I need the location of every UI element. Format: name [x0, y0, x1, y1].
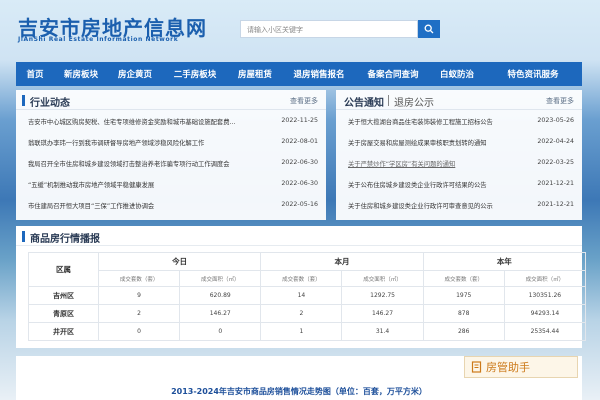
search-input[interactable]: 请输入小区关键字	[240, 20, 418, 38]
table-row: 吉州区 9 620.89 14 1292.75 1975 130351.26	[28, 286, 587, 305]
main-nav: 首页 新房板块 房企黄页 二手房板块 房屋租赁 退房销售报名 备案合同查询 白蚁…	[16, 62, 582, 86]
document-icon	[471, 361, 482, 373]
notice-item-date: 2023-05-26	[537, 117, 574, 124]
search-button[interactable]	[418, 20, 440, 38]
column-header-region: 区属	[28, 252, 99, 287]
news-panel-header: 行业动态 查看更多	[16, 90, 326, 110]
section-marker	[22, 95, 25, 106]
table-row: 青原区 2 146.27 2 146.27 878 94293.14	[28, 304, 587, 323]
nav-item-rental[interactable]: 房屋租赁	[228, 62, 282, 86]
sub-header-area: 成交面积（㎡）	[503, 270, 587, 287]
search-icon	[424, 24, 434, 34]
notice-item-title: 关于恒大揽湖台商品住宅装饰装修工程施工招标公告	[348, 119, 493, 126]
notice-item-date: 2022-04-24	[537, 138, 574, 145]
notice-item-title: 关于住房和城乡建设类企业行政许可审查意见的公示	[348, 203, 493, 210]
table-cell: 620.89	[179, 286, 262, 305]
list-item[interactable]: 翁联琪办李玮一行到我市调研督导房地产领域涉稳风险化解工作 2022-08-01	[28, 135, 318, 149]
sub-header-units: 成交套数（套）	[422, 270, 505, 287]
section-marker	[22, 231, 25, 242]
news-item-title: 我局召开全市住房和城乡建设领域打击整治养老诈骗专项行动工作调度会	[28, 161, 230, 168]
table-cell: 878	[422, 304, 505, 323]
table-cell-region: 井开区	[28, 322, 99, 341]
notice-panel: 公告通知 退房公示 查看更多 关于恒大揽湖台商品住宅装饰装修工程施工招标公告 2…	[336, 90, 582, 220]
site-header: 吉安市房地产信息网 JiAnShi Real Estate Informatio…	[0, 0, 600, 58]
nav-item-termite-control[interactable]: 白蚁防治	[430, 62, 484, 86]
tab-divider	[388, 95, 389, 106]
table-cell-region: 青原区	[28, 304, 99, 323]
table-cell: 146.27	[341, 304, 424, 323]
stats-panel: 商品房行情播报 区属 今日 本月 本年 成交套数（套） 成交面积（㎡） 成交套数…	[16, 226, 587, 348]
news-item-title: “五缓”机制推动我市房地产领域平稳健康发展	[28, 182, 155, 189]
table-cell: 2	[260, 304, 343, 323]
table-cell: 286	[422, 322, 505, 341]
table-cell: 9	[97, 286, 181, 305]
list-item[interactable]: 关于严禁炒作“学区房”有关问题的通知 2022-03-25	[348, 156, 574, 170]
column-header-month: 本月	[260, 252, 424, 271]
table-row: 井开区 0 0 1 31.4 286 25354.44	[28, 322, 587, 341]
table-cell: 31.4	[341, 322, 424, 341]
news-item-title: 市住建局召开恒大项目“三保”工作推进协调会	[28, 203, 155, 210]
notice-more-link[interactable]: 查看更多	[546, 96, 574, 106]
table-cell: 14	[260, 286, 343, 305]
chart-section-title: 2013-2024年吉安市商品房销售情况走势图（单位：百套，万平方米）	[171, 387, 427, 396]
tab-refund-notices[interactable]: 退房公示	[394, 94, 434, 109]
list-item[interactable]: 市住建局召开恒大项目“三保”工作推进协调会 2022-05-16	[28, 198, 318, 212]
notice-item-title: 关于房屋交易和房屋测绘成果审核职责划转的通知	[348, 140, 487, 147]
table-cell: 1292.75	[341, 286, 424, 305]
sub-header-units: 成交套数（套）	[97, 270, 181, 287]
news-item-date: 2022-11-25	[281, 117, 318, 124]
table-cell: 25354.44	[503, 322, 587, 341]
stats-panel-header: 商品房行情播报	[16, 226, 582, 246]
table-cell: 130351.26	[503, 286, 587, 305]
notice-item-title: 关于公布住房城乡建设类企业行政许可结果的公告	[348, 182, 487, 189]
list-item[interactable]: 我局召开全市住房和城乡建设领域打击整治养老诈骗专项行动工作调度会 2022-06…	[28, 156, 318, 170]
news-item-date: 2022-05-16	[281, 201, 318, 208]
list-item[interactable]: 关于住房和城乡建设类企业行政许可审查意见的公示 2021-12-21	[348, 198, 574, 212]
list-item[interactable]: 关于房屋交易和房屋测绘成果审核职责划转的通知 2022-04-24	[348, 135, 574, 149]
notice-item-date: 2021-12-21	[537, 180, 574, 187]
table-cell: 0	[97, 322, 181, 341]
news-more-link[interactable]: 查看更多	[290, 96, 318, 106]
list-item[interactable]: 吉安市中心城区购房契税、住宅专项维修资金奖励和城市基础设施配套费... 2022…	[28, 114, 318, 128]
sub-header-area: 成交面积（㎡）	[179, 270, 262, 287]
nav-item-special-services[interactable]: 特色资讯服务	[484, 62, 582, 86]
news-item-title: 翁联琪办李玮一行到我市调研督导房地产领域涉稳风险化解工作	[28, 140, 205, 147]
nav-item-new-homes[interactable]: 新房板块	[54, 62, 108, 86]
list-item[interactable]: 关于恒大揽湖台商品住宅装饰装修工程施工招标公告 2023-05-26	[348, 114, 574, 128]
sub-header-units: 成交套数（套）	[260, 270, 343, 287]
tab-announcements[interactable]: 公告通知	[344, 94, 384, 109]
table-cell: 146.27	[179, 304, 262, 323]
sub-header-area: 成交面积（㎡）	[341, 270, 424, 287]
housing-assistant-badge[interactable]: 房管助手	[464, 356, 578, 378]
news-item-date: 2022-06-30	[281, 180, 318, 187]
column-header-today: 今日	[97, 252, 262, 271]
badge-label: 房管助手	[486, 361, 530, 374]
table-cell: 1975	[422, 286, 505, 305]
table-cell: 94293.14	[503, 304, 587, 323]
notice-panel-header: 公告通知 退房公示 查看更多	[336, 90, 582, 110]
table-cell: 2	[97, 304, 181, 323]
notice-item-title: 关于严禁炒作“学区房”有关问题的通知	[348, 161, 456, 168]
notice-item-date: 2022-03-25	[537, 159, 574, 166]
nav-item-home[interactable]: 首页	[16, 62, 54, 86]
stats-table: 区属 今日 本月 本年 成交套数（套） 成交面积（㎡） 成交套数（套） 成交面积…	[28, 252, 587, 341]
notice-item-date: 2021-12-21	[537, 201, 574, 208]
stats-title: 商品房行情播报	[30, 234, 100, 245]
column-header-year: 本年	[422, 252, 587, 271]
nav-item-developer-directory[interactable]: 房企黄页	[108, 62, 162, 86]
list-item[interactable]: 关于公布住房城乡建设类企业行政许可结果的公告 2021-12-21	[348, 177, 574, 191]
list-item[interactable]: “五缓”机制推动我市房地产领域平稳健康发展 2022-06-30	[28, 177, 318, 191]
news-item-date: 2022-08-01	[281, 138, 318, 145]
news-item-title: 吉安市中心城区购房契税、住宅专项维修资金奖励和城市基础设施配套费...	[28, 119, 236, 126]
news-panel: 行业动态 查看更多 吉安市中心城区购房契税、住宅专项维修资金奖励和城市基础设施配…	[16, 90, 326, 220]
table-cell: 0	[179, 322, 262, 341]
news-title: 行业动态	[30, 98, 70, 109]
nav-item-second-hand[interactable]: 二手房板块	[162, 62, 228, 86]
nav-item-refund-registration[interactable]: 退房销售报名	[282, 62, 356, 86]
nav-item-contract-query[interactable]: 备案合同查询	[356, 62, 430, 86]
news-item-date: 2022-06-30	[281, 159, 318, 166]
table-cell-region: 吉州区	[28, 286, 99, 305]
table-cell: 1	[260, 322, 343, 341]
site-subtitle: JiAnShi Real Estate Information Network	[18, 36, 179, 43]
